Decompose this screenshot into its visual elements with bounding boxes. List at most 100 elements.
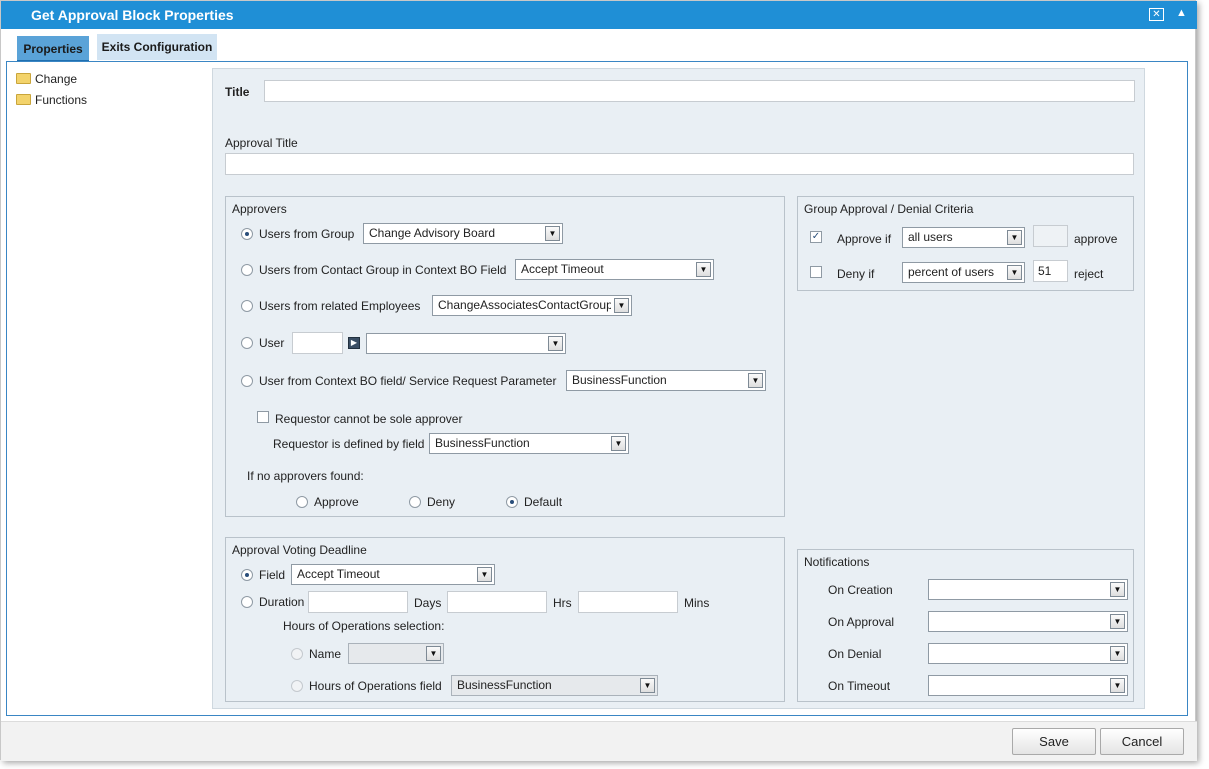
requestor-sole-checkbox[interactable] bbox=[257, 411, 269, 423]
chevron-down-icon: ▼ bbox=[548, 336, 563, 351]
chevron-down-icon: ▼ bbox=[1007, 265, 1022, 280]
select-value: Change Advisory Board bbox=[369, 226, 496, 240]
hours-ops-name-select[interactable]: ▼ bbox=[348, 643, 444, 664]
no-approvers-deny-radio[interactable] bbox=[409, 496, 421, 508]
chevron-down-icon: ▼ bbox=[1110, 678, 1125, 693]
deny-suffix: reject bbox=[1074, 267, 1104, 281]
tree-item-functions[interactable]: Functions bbox=[16, 93, 87, 107]
contact-group-label: Users from Contact Group in Context BO F… bbox=[259, 263, 507, 277]
hours-ops-label: Hours of Operations selection: bbox=[283, 619, 445, 633]
chevron-down-icon: ▼ bbox=[748, 373, 763, 388]
approval-title-input[interactable] bbox=[225, 153, 1134, 175]
related-employees-select[interactable]: ChangeAssociatesContactGroup ▼ bbox=[432, 295, 632, 316]
chevron-down-icon: ▼ bbox=[696, 262, 711, 277]
notifications-legend: Notifications bbox=[804, 555, 870, 569]
on-approval-select[interactable]: ▼ bbox=[928, 611, 1128, 632]
duration-hrs-input[interactable] bbox=[447, 591, 547, 613]
approve-suffix: approve bbox=[1074, 232, 1118, 246]
on-timeout-label: On Timeout bbox=[828, 679, 891, 693]
users-from-group-label: Users from Group bbox=[259, 227, 355, 241]
dialog-footer: Save Cancel bbox=[1, 721, 1197, 761]
requestor-sole-label: Requestor cannot be sole approver bbox=[275, 412, 463, 426]
deadline-field-select[interactable]: Accept Timeout ▼ bbox=[291, 564, 495, 585]
approve-if-label: Approve if bbox=[837, 232, 892, 246]
select-value: all users bbox=[908, 230, 953, 244]
on-denial-label: On Denial bbox=[828, 647, 882, 661]
users-from-group-select[interactable]: Change Advisory Board ▼ bbox=[363, 223, 563, 244]
approve-if-checkbox[interactable]: ✓ bbox=[810, 231, 822, 243]
requestor-field-select[interactable]: BusinessFunction ▼ bbox=[429, 433, 629, 454]
related-employees-radio[interactable] bbox=[241, 300, 253, 312]
tree-item-change[interactable]: Change bbox=[16, 72, 77, 86]
folder-icon bbox=[16, 94, 31, 105]
select-value: BusinessFunction bbox=[435, 436, 530, 450]
title-label: Title bbox=[225, 85, 250, 99]
contact-group-select[interactable]: Accept Timeout ▼ bbox=[515, 259, 714, 280]
chevron-down-icon: ▼ bbox=[426, 646, 441, 661]
users-from-group-radio[interactable] bbox=[241, 228, 253, 240]
user-select[interactable]: ▼ bbox=[366, 333, 566, 354]
chevron-down-icon: ▼ bbox=[545, 226, 560, 241]
no-approvers-default-label: Default bbox=[524, 495, 563, 509]
close-icon[interactable]: ✕ bbox=[1149, 8, 1164, 21]
context-field-select[interactable]: BusinessFunction ▼ bbox=[566, 370, 766, 391]
save-button[interactable]: Save bbox=[1012, 728, 1096, 755]
chevron-down-icon: ▼ bbox=[1110, 582, 1125, 597]
requestor-field-label: Requestor is defined by field bbox=[273, 437, 425, 451]
approve-if-select[interactable]: all users ▼ bbox=[902, 227, 1025, 248]
deadline-legend: Approval Voting Deadline bbox=[232, 543, 367, 557]
duration-days-label: Days bbox=[414, 596, 442, 610]
user-input[interactable] bbox=[292, 332, 343, 354]
chevron-down-icon: ▼ bbox=[1110, 614, 1125, 629]
duration-days-input[interactable] bbox=[308, 591, 408, 613]
no-approvers-default-radio[interactable] bbox=[506, 496, 518, 508]
user-label: User bbox=[259, 336, 285, 350]
hours-ops-name-label: Name bbox=[309, 647, 342, 661]
approval-title-label: Approval Title bbox=[225, 136, 298, 150]
user-radio[interactable] bbox=[241, 337, 253, 349]
deny-if-select[interactable]: percent of users ▼ bbox=[902, 262, 1025, 283]
dialog-window: Get Approval Block Properties ✕ ▲ Proper… bbox=[0, 0, 1197, 761]
folder-icon bbox=[16, 73, 31, 84]
select-value: BusinessFunction bbox=[572, 373, 667, 387]
title-input[interactable] bbox=[264, 80, 1135, 102]
deny-count-input[interactable]: 51 bbox=[1033, 260, 1068, 282]
deadline-field-label: Field bbox=[259, 568, 286, 582]
approvers-legend: Approvers bbox=[232, 202, 287, 216]
chevron-down-icon: ▼ bbox=[1110, 646, 1125, 661]
chevron-down-icon: ▼ bbox=[640, 678, 655, 693]
approve-count-input[interactable] bbox=[1033, 225, 1068, 247]
hours-ops-field-label: Hours of Operations field bbox=[309, 679, 442, 693]
deadline-field-radio[interactable] bbox=[241, 569, 253, 581]
on-creation-label: On Creation bbox=[828, 583, 893, 597]
arrow-right-icon[interactable]: ▶ bbox=[348, 337, 360, 349]
chevron-down-icon: ▼ bbox=[477, 567, 492, 582]
select-value: Accept Timeout bbox=[297, 567, 380, 581]
contact-group-radio[interactable] bbox=[241, 264, 253, 276]
select-value: Accept Timeout bbox=[521, 262, 604, 276]
on-approval-label: On Approval bbox=[828, 615, 895, 629]
cancel-button[interactable]: Cancel bbox=[1100, 728, 1184, 755]
duration-mins-label: Mins bbox=[684, 596, 710, 610]
duration-mins-input[interactable] bbox=[578, 591, 678, 613]
on-creation-select[interactable]: ▼ bbox=[928, 579, 1128, 600]
hours-ops-field-radio[interactable] bbox=[291, 680, 303, 692]
on-timeout-select[interactable]: ▼ bbox=[928, 675, 1128, 696]
tab-exits-configuration[interactable]: Exits Configuration bbox=[97, 34, 217, 60]
deny-if-checkbox[interactable] bbox=[810, 266, 822, 278]
tab-properties[interactable]: Properties bbox=[17, 36, 89, 62]
duration-hrs-label: Hrs bbox=[553, 596, 572, 610]
hours-ops-name-radio[interactable] bbox=[291, 648, 303, 660]
criteria-legend: Group Approval / Denial Criteria bbox=[804, 202, 974, 216]
duration-radio[interactable] bbox=[241, 596, 253, 608]
no-approvers-label: If no approvers found: bbox=[247, 469, 364, 483]
context-field-radio[interactable] bbox=[241, 375, 253, 387]
title-bar: Get Approval Block Properties ✕ ▲ bbox=[1, 1, 1197, 29]
on-denial-select[interactable]: ▼ bbox=[928, 643, 1128, 664]
duration-label: Duration bbox=[259, 595, 305, 609]
caret-up-icon[interactable]: ▲ bbox=[1176, 7, 1187, 19]
no-approvers-approve-radio[interactable] bbox=[296, 496, 308, 508]
hours-ops-field-select[interactable]: BusinessFunction ▼ bbox=[451, 675, 658, 696]
chevron-down-icon: ▼ bbox=[611, 436, 626, 451]
deny-if-label: Deny if bbox=[837, 267, 875, 281]
